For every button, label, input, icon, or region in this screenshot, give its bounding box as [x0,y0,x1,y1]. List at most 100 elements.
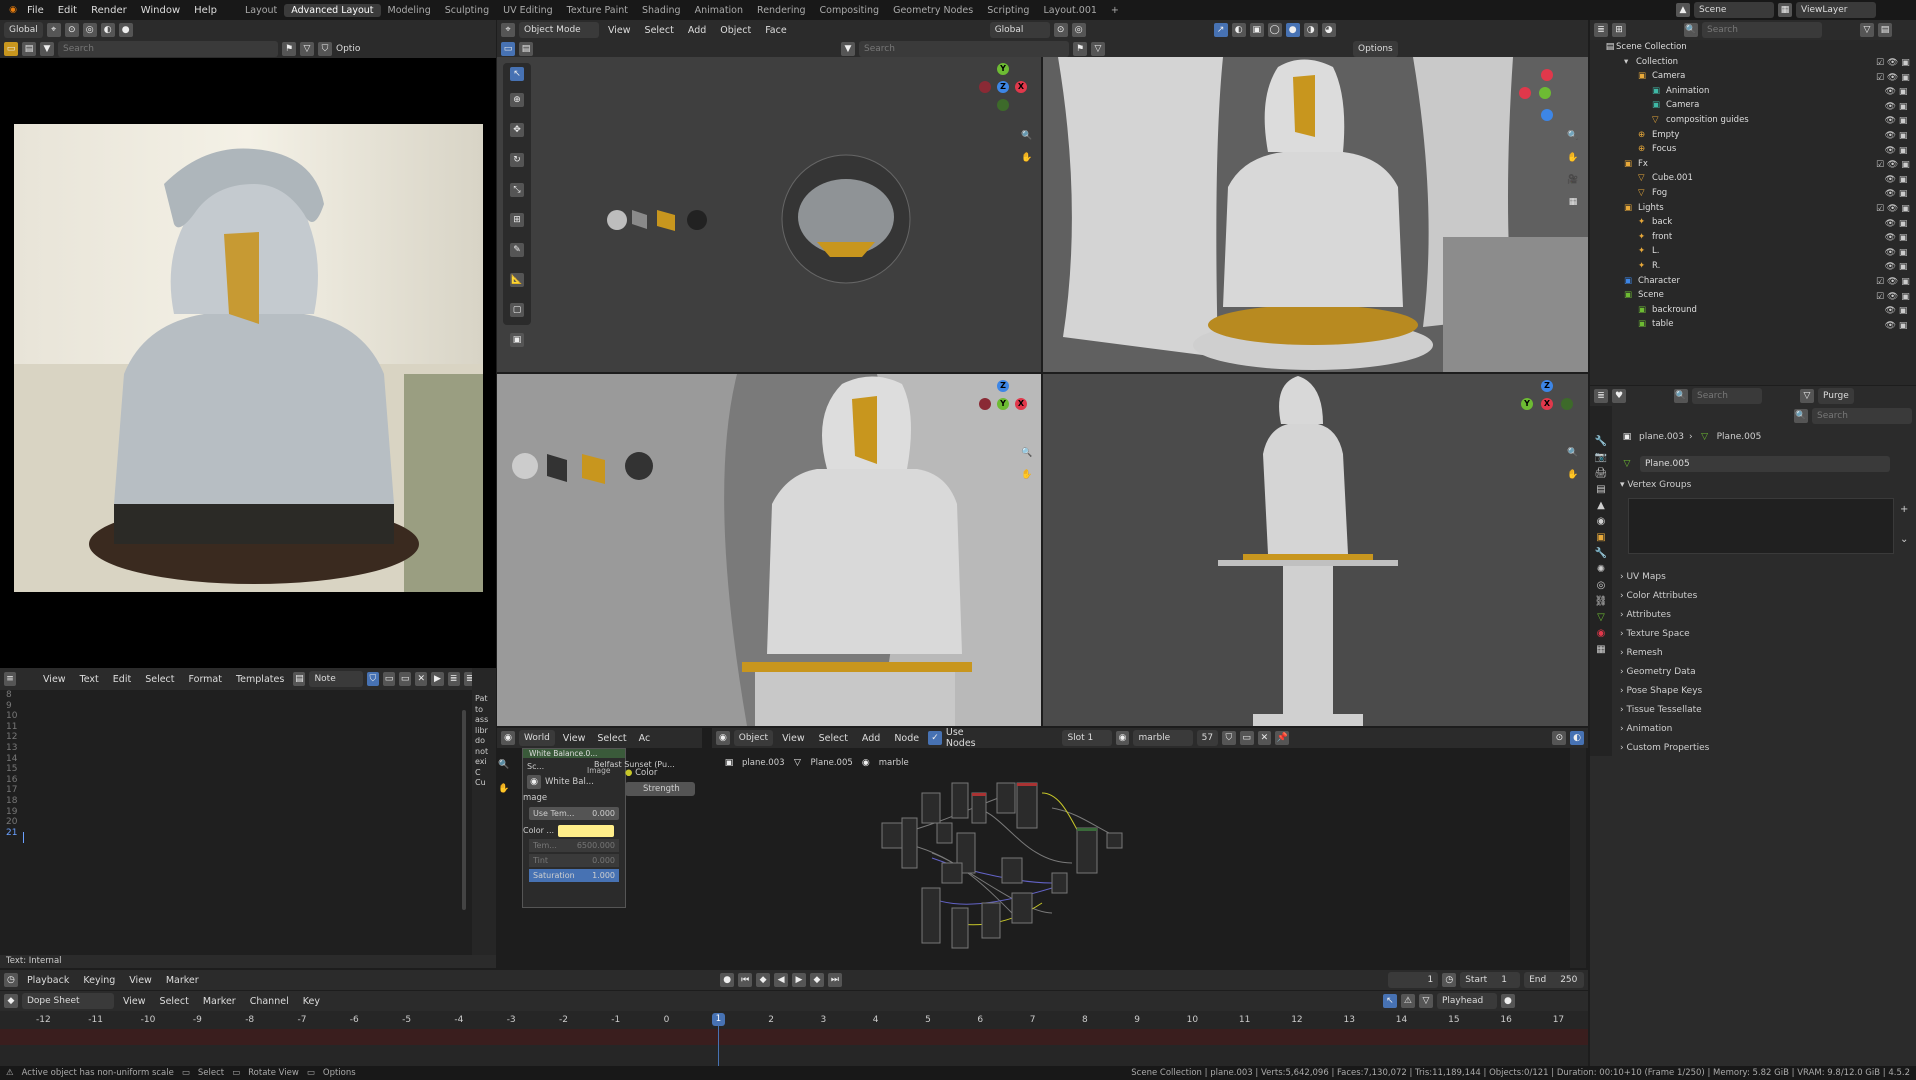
zoom-icon[interactable]: 🔍 [1020,129,1034,143]
text-menu-view[interactable]: View [38,674,71,685]
editor-type-icon[interactable]: ◉ [501,731,515,745]
gizmo-z-icon[interactable]: Z [1541,380,1553,392]
play-reverse-icon[interactable]: ◀ [774,973,789,987]
workspace-tab-advanced-layout[interactable]: Advanced Layout [284,3,381,17]
editor-type-icon[interactable]: ◉ [716,731,730,745]
menu-render[interactable]: Render [84,5,134,16]
text-menu-format[interactable]: Format [184,674,227,685]
bookmark-icon[interactable]: ⚑ [1073,41,1087,56]
nav-gizmo[interactable]: Y Z X [973,57,1033,117]
texture-tab-icon[interactable]: ▦ [1596,644,1605,655]
nav-gizmo[interactable]: Z Y X [1517,374,1577,434]
workspace-tab-sculpting[interactable]: Sculpting [438,4,496,17]
outliner-item-composition-guides[interactable]: ▽ composition guides [1652,114,1749,126]
display-mode-icon[interactable]: ♥ [1612,389,1626,403]
gizmo-negx-icon[interactable] [1519,87,1531,99]
view-icon[interactable]: ▤ [22,42,36,56]
editor-type-icon[interactable]: ≣ [1594,389,1608,403]
viewport-menu-object[interactable]: Object [715,25,756,36]
outliner-item-table[interactable]: ▣ table [1638,318,1674,330]
text-menu-templates[interactable]: Templates [231,674,289,685]
new-text-icon[interactable]: ▭ [382,672,396,686]
gizmo-x-icon[interactable]: X [1015,398,1027,410]
node-menu-node[interactable]: Node [889,733,924,744]
outliner-item-fx[interactable]: ▣ Fx [1624,158,1648,170]
world-tab-icon[interactable]: ◉ [1597,516,1606,527]
filter-icon[interactable]: ▼ [841,41,855,56]
section-animation[interactable]: › Animation [1620,724,1672,734]
autokey-icon[interactable]: ● [720,973,735,987]
overlay-icon[interactable]: ◐ [1231,23,1246,37]
filter-icon[interactable]: ▽ [1860,23,1874,37]
view-layer-tab-icon[interactable]: ▤ [1596,484,1605,495]
section-remesh[interactable]: › Remesh [1620,648,1663,658]
zoom-icon[interactable]: 🔍 [1566,446,1580,460]
world-menu-add[interactable]: Ac [635,733,655,744]
pan-hand-icon[interactable]: ✋ [1566,151,1580,165]
current-frame-field[interactable]: 1 [1388,972,1439,988]
workspace-tab-layout-001[interactable]: Layout.001 [1036,4,1103,17]
world-breadcrumb-scene[interactable]: Sc... [527,762,544,771]
section-tissue-tessellate[interactable]: › Tissue Tessellate [1620,705,1702,715]
snap-icon[interactable]: ⊙ [1053,23,1068,37]
proportional-icon[interactable]: ● [1500,994,1515,1008]
extend-icon[interactable]: ▤ [519,41,533,56]
editor-type-icon[interactable]: ⌖ [501,23,515,37]
white-balance-field[interactable]: White Bal... [545,777,594,787]
tool-tab-icon[interactable]: 🔧 [1595,436,1607,447]
workspace-tab-modeling[interactable]: Modeling [381,4,438,17]
add-workspace-button[interactable]: + [1104,4,1126,17]
viewport-top-left[interactable]: ↖ ⊕ ✥ ↻ ⤡ ⊞ ✎ 📐 ▢ ▣ Y Z X 🔍 ✋ [497,57,1041,372]
select-mode-icon[interactable]: ▭ [501,41,515,56]
workspace-tab-animation[interactable]: Animation [688,4,750,17]
outliner-item-empty[interactable]: ⊕ Empty [1638,129,1679,141]
workspace-tab-rendering[interactable]: Rendering [750,4,813,17]
breadcrumb-mesh[interactable]: Plane.005 [811,758,853,768]
color-swatch[interactable] [558,824,615,837]
jump-end-icon[interactable]: ⏭ [827,973,842,987]
playhead-frame-badge[interactable]: 1 [712,1013,725,1026]
menu-playback[interactable]: Playback [22,975,74,986]
editor-type-icon[interactable]: ≣ [1594,23,1608,37]
play-icon[interactable]: ▶ [792,973,806,987]
gizmo-y-icon[interactable]: Y [997,398,1009,410]
rendered-shading-icon[interactable]: ◕ [1321,23,1336,37]
pan-hand-icon[interactable]: ✋ [1020,468,1034,482]
node-menu-add[interactable]: Add [857,733,885,744]
particles-tab-icon[interactable]: ✺ [1597,564,1605,575]
material-tab-icon[interactable]: ◉ [1597,628,1606,639]
nav-gizmo[interactable] [1517,63,1577,123]
overlay-icon[interactable]: ◐ [100,23,115,37]
viewlayer-field[interactable]: ViewLayer [1796,2,1876,18]
duplicate-material-icon[interactable]: ▭ [1239,731,1254,745]
dopesheet-menu-channel[interactable]: Channel [245,996,294,1007]
camera-view-icon[interactable]: 🎥 [1566,173,1580,187]
vertex-groups-list[interactable] [1628,498,1894,554]
filter-icon[interactable]: ▽ [1418,994,1433,1008]
world-menu-select[interactable]: Select [593,733,630,744]
gizmo-negy-icon[interactable] [997,99,1009,111]
dopesheet-timeline[interactable]: -12-11-10-9-8-7-6-5-4-3-2-10123456789101… [0,1011,1588,1066]
menu-help[interactable]: Help [187,5,224,16]
gizmo-y-icon[interactable]: Y [997,63,1009,75]
menu-window[interactable]: Window [134,5,187,16]
shield-icon[interactable]: ⛉ [318,42,332,56]
bookmark-icon[interactable]: ⚑ [282,42,296,56]
zoom-icon[interactable]: 🔍 [1020,446,1034,460]
slot-dropdown[interactable]: Slot 1 [1062,730,1112,746]
outliner-item-scene[interactable]: ▣ Scene [1624,289,1664,301]
world-type-dropdown[interactable]: World [519,730,555,746]
gizmo-negy-icon[interactable] [1561,398,1573,410]
shading-icon[interactable]: ● [118,23,133,37]
funnel-icon[interactable]: ▽ [300,42,314,56]
physics-tab-icon[interactable]: ◎ [1597,580,1606,591]
run-script-icon[interactable]: ▶ [431,672,444,686]
blender-logo-icon[interactable]: ◉ [6,3,20,17]
gizmo-y-icon[interactable]: Y [1521,398,1533,410]
proportional-icon[interactable]: ◎ [82,23,97,37]
nav-gizmo[interactable]: Z Y X [973,374,1033,434]
tint-field[interactable]: Tint 0.000 [529,854,619,867]
menu-file[interactable]: File [20,5,51,16]
new-collection-icon[interactable]: ▤ [1878,23,1892,37]
gizmo-y-icon[interactable] [1539,87,1551,99]
